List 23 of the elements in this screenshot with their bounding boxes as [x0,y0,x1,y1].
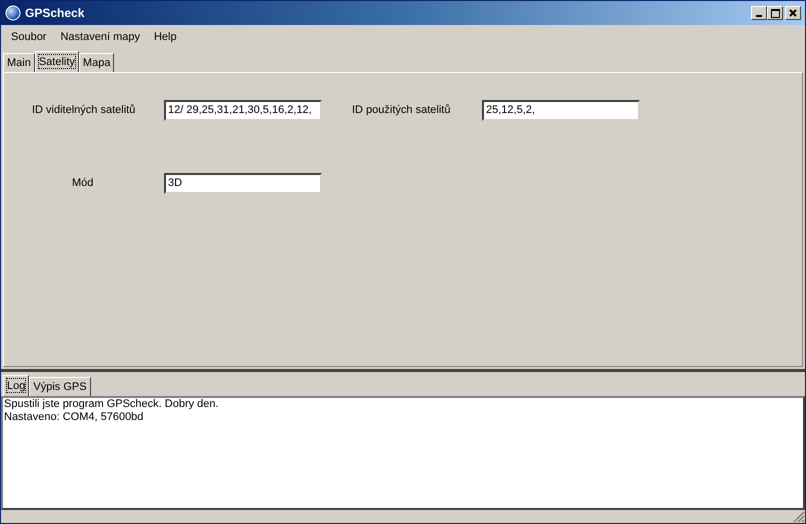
menu-item[interactable]: Nastavení mapy [54,28,146,46]
input-field[interactable]: 12/ 29,25,31,21,30,5,16,2,12, [164,100,322,120]
tab[interactable]: Log [3,375,30,396]
maximize-icon [770,8,780,18]
log-line: Spustili jste program GPScheck. Dobry den. [4,398,220,411]
tab[interactable]: Main [3,53,35,72]
tab[interactable]: Mapa [78,53,114,72]
close-button[interactable] [785,6,801,20]
tab[interactable]: Satelity [34,51,79,72]
input-field[interactable]: 25,12,5,2, [482,100,640,120]
globe-icon [5,5,21,21]
input-field[interactable]: 3D [164,172,322,194]
menu-item[interactable]: Soubor [5,28,52,46]
field-label: ID viditelných satelitů [32,102,136,118]
field-label: Mód [72,176,94,191]
tab[interactable]: Výpis GPS [29,377,91,396]
maximize-button[interactable] [767,6,783,20]
close-icon [789,9,797,17]
field-label: ID použitých satelitů [352,102,452,118]
minimize-button[interactable] [751,6,767,20]
window-title: GPScheck [25,5,84,22]
menu-item[interactable]: Help [148,28,183,46]
log-line: Nastaveno: COM4, 57600bd [4,411,144,424]
